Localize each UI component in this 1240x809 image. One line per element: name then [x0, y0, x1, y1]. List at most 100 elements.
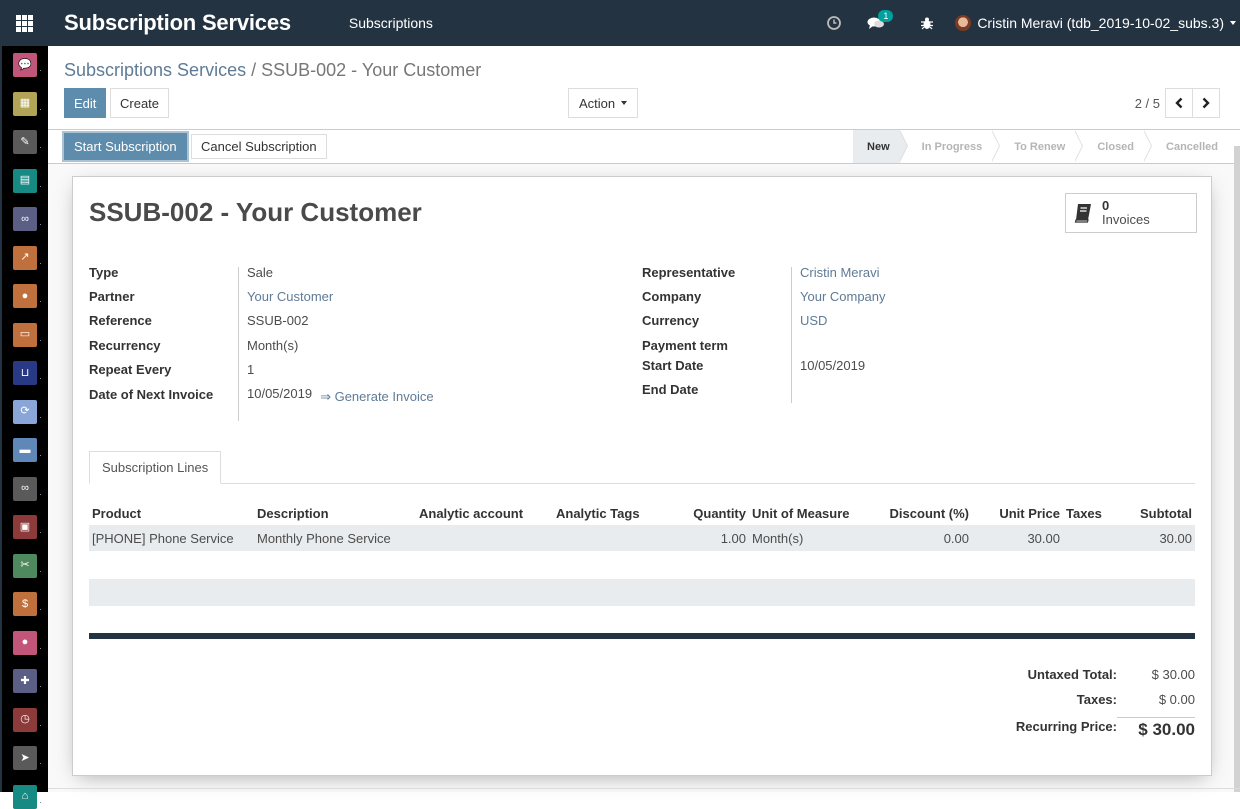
breadcrumb-parent[interactable]: Subscriptions Services [64, 60, 246, 80]
representative-link[interactable]: Cristin Meravi [800, 265, 879, 280]
sidebar-item-expenses[interactable]: $ [13, 592, 41, 616]
clock-icon[interactable] [827, 16, 842, 30]
subscription-lines-table: Product Description Analytic account Ana… [89, 501, 1195, 551]
sidebar-item-integrations[interactable]: ∞ [13, 476, 41, 501]
control-panel: Subscriptions Services / SSUB-002 - Your… [48, 46, 1240, 130]
cart-icon: ⊔ [20, 366, 30, 379]
col-unit-price[interactable]: Unit Price [972, 501, 1063, 525]
apps-menu-icon[interactable] [0, 0, 48, 46]
sidebar-item-website[interactable]: ● [13, 284, 41, 308]
partner-link[interactable]: Your Customer [247, 289, 333, 304]
caret-down-icon [1230, 21, 1236, 25]
stage-label: To Renew [1014, 140, 1066, 153]
sidebar-item-sales[interactable]: ↗ [13, 245, 41, 270]
next-record-button[interactable] [1192, 88, 1220, 118]
previous-record-button[interactable] [1165, 88, 1193, 118]
book-icon [1074, 204, 1091, 223]
sidebar-item-point-of-sale[interactable]: ▭ [13, 322, 41, 347]
sidebar-item-contacts[interactable]: ▤ [13, 168, 41, 193]
stage-in-progress[interactable]: In Progress [900, 129, 1001, 163]
company-link[interactable]: Your Company [800, 289, 886, 304]
field-value: 10/05/2019 [800, 358, 866, 373]
col-discount[interactable]: Discount (%) [875, 501, 972, 525]
sidebar-item-payroll[interactable]: ● [13, 630, 41, 655]
field-label: Repeat Every [89, 362, 172, 377]
generate-invoice-button[interactable]: ⇒ Generate Invoice [320, 389, 434, 404]
sidebar-item-notes[interactable]: ✎ [13, 130, 41, 154]
paper-plane-icon: ➤ [20, 751, 30, 764]
cell-discount: 0.00 [875, 525, 972, 551]
currency-link[interactable]: USD [800, 313, 827, 328]
taxes-row: Taxes: $ 0.00 [955, 692, 1195, 717]
invoices-smart-button[interactable]: 0 Invoices [1065, 193, 1197, 233]
sidebar-item-email-marketing[interactable]: ➤ [13, 746, 41, 770]
col-taxes[interactable]: Taxes [1063, 501, 1113, 525]
col-description[interactable]: Description [254, 501, 416, 525]
sidebar-item-subscriptions[interactable]: ⟳ [13, 399, 41, 424]
sidebar-item-invoicing[interactable]: ▬ [13, 438, 41, 462]
start-subscription-button[interactable]: Start Subscription [64, 133, 187, 160]
stage-to-renew[interactable]: To Renew [992, 129, 1084, 163]
puzzle-icon: ✚ [20, 674, 30, 687]
field-recurrency: Recurrency Month(s) [89, 338, 609, 362]
col-quantity[interactable]: Quantity [657, 501, 749, 525]
field-value: 10/05/2019 [247, 386, 313, 401]
field-repeat-every: Repeat Every 1 [89, 362, 609, 387]
sidebar-item-timesheets[interactable]: ◷ [13, 707, 41, 732]
stage-cancelled[interactable]: Cancelled [1144, 130, 1228, 163]
field-label: Partner [89, 289, 135, 304]
sidebar-item-crm[interactable]: ∞ [13, 207, 41, 231]
field-value: 1 [247, 362, 255, 377]
sidebar-item-repair[interactable]: ✂ [13, 553, 41, 578]
sidebar-item-ecommerce[interactable]: ⊔ [13, 361, 41, 385]
recurring-price-value: $ 30.00 [1117, 717, 1195, 740]
refresh-icon: ⟳ [20, 405, 30, 417]
taxes-value: $ 0.00 [1158, 692, 1195, 707]
tab-divider [89, 483, 1195, 484]
stage-label: Cancelled [1166, 140, 1218, 153]
employee-icon: ● [21, 636, 29, 648]
form-sheet: SSUB-002 - Your Customer 0 Invoices Type… [72, 176, 1212, 776]
invoices-label: Invoices [1102, 212, 1150, 227]
cell-unit-price: 30.00 [972, 525, 1063, 551]
right-field-group: Representative Cristin Meravi Company Your… [642, 265, 1182, 406]
field-label: End Date [642, 382, 699, 397]
home-icon: ⌂ [21, 790, 29, 802]
col-subtotal[interactable]: Subtotal [1113, 501, 1195, 525]
field-label: Type [89, 265, 119, 280]
wrench-icon: ✂ [20, 559, 30, 571]
col-product[interactable]: Product [89, 501, 254, 525]
cell-analytic-account [416, 525, 553, 551]
cell-analytic-tags [553, 525, 657, 551]
user-menu[interactable]: Cristin Meravi (tdb_2019-10-02_subs.3) [955, 15, 1236, 31]
cell-description: Monthly Phone Service [254, 525, 416, 551]
stage-closed[interactable]: Closed [1075, 129, 1153, 163]
field-value: Month(s) [247, 338, 299, 353]
scrollbar[interactable] [1234, 146, 1240, 792]
table-row[interactable]: [PHONE] Phone Service Monthly Phone Serv… [89, 525, 1195, 551]
edit-button[interactable]: Edit [64, 88, 107, 118]
status-bar: Start Subscription Cancel Subscription N… [48, 129, 1240, 164]
sidebar-item-calendar[interactable]: ▦ [13, 91, 41, 116]
sidebar-item-apps[interactable]: ✚ [13, 669, 41, 693]
stage-label: In Progress [921, 140, 983, 153]
col-uom[interactable]: Unit of Measure [749, 501, 875, 525]
menu-subscriptions[interactable]: Subscriptions [349, 15, 433, 31]
cancel-subscription-button[interactable]: Cancel Subscription [191, 134, 327, 159]
bug-icon[interactable] [920, 16, 934, 30]
col-analytic-tags[interactable]: Analytic Tags [553, 501, 657, 525]
tab-subscription-lines[interactable]: Subscription Lines [89, 451, 222, 484]
cell-subtotal: 30.00 [1113, 525, 1195, 551]
chat-icon[interactable]: 1 [867, 10, 894, 30]
action-dropdown[interactable]: Action [568, 88, 639, 118]
col-analytic-account[interactable]: Analytic account [416, 501, 553, 525]
recurring-price-row: Recurring Price: $ 30.00 [955, 717, 1195, 742]
stage-new[interactable]: New [853, 129, 908, 163]
action-label: Action [579, 95, 616, 111]
field-value: SSUB-002 [247, 313, 309, 328]
create-button[interactable]: Create [110, 88, 170, 118]
sidebar-item-more[interactable]: ⌂ [13, 784, 41, 809]
field-payment-term: Payment term [642, 338, 1182, 358]
sidebar-item-discuss[interactable]: 💬 [13, 53, 41, 77]
sidebar-item-inventory[interactable]: ▣ [13, 515, 41, 539]
